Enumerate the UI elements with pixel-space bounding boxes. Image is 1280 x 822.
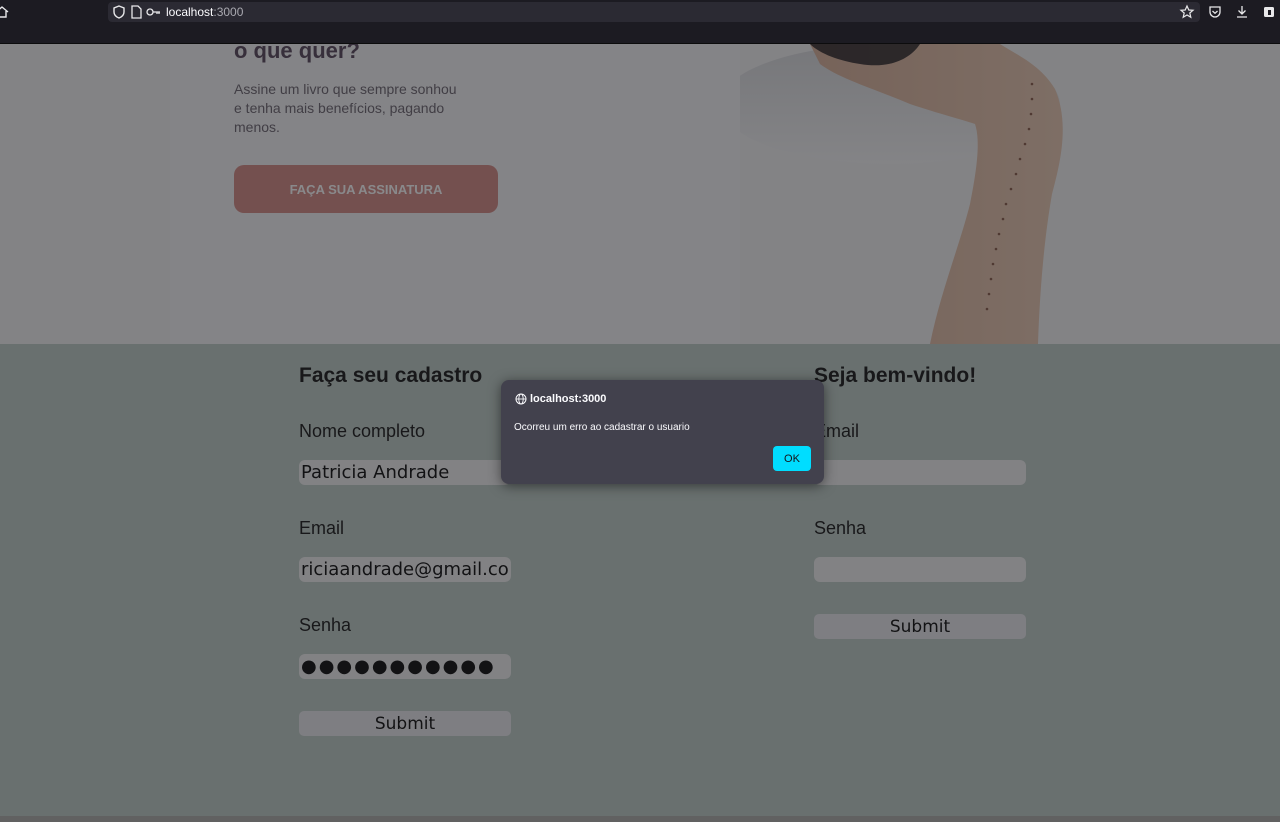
ok-button[interactable]: OK: [773, 446, 811, 471]
url-host: localhost: [166, 5, 214, 19]
pocket-icon[interactable]: [1207, 4, 1223, 20]
globe-icon: [515, 393, 527, 405]
key-icon[interactable]: [145, 4, 161, 20]
url-port: :3000: [213, 5, 244, 19]
bottom-bar: [0, 816, 1280, 822]
browser-toolbar: localhost:3000: [0, 0, 1280, 44]
dialog-origin: localhost:3000: [530, 393, 607, 405]
extension-icon[interactable]: [1261, 4, 1277, 20]
url-bar[interactable]: [108, 2, 1200, 22]
page-icon[interactable]: [128, 4, 144, 20]
star-icon[interactable]: [1179, 4, 1195, 20]
url-text[interactable]: localhost:3000: [166, 4, 243, 20]
shield-icon[interactable]: [111, 4, 127, 20]
home-icon[interactable]: [0, 4, 10, 20]
download-icon[interactable]: [1234, 4, 1250, 20]
alert-dialog: localhost:3000 Ocorreu um erro ao cadast…: [501, 380, 824, 484]
dialog-message: Ocorreu um erro ao cadastrar o usuario: [514, 422, 690, 433]
